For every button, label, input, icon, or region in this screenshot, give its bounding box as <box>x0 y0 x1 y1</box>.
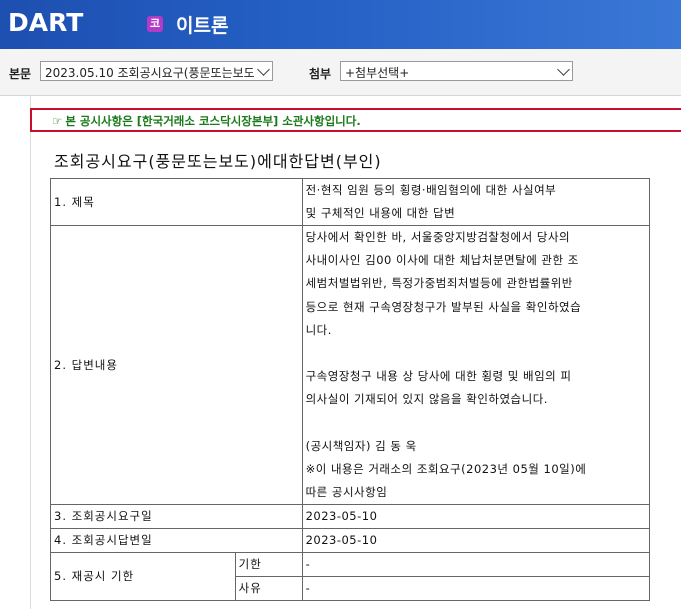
main-doc-select[interactable]: 2023.05.10 조회공시요구(풍문또는보도 <box>40 61 273 81</box>
jurisdiction-notice: ☞ 본 공시사항은 [한국거래소 코스닥시장본부] 소관사항입니다. <box>30 108 681 132</box>
answer-label: 2. 답변내용 <box>50 224 303 506</box>
document-title: 조회공시요구(풍문또는보도)에대한답변(부인) <box>54 152 382 171</box>
notice-text: 본 공시사항은 [한국거래소 코스닥시장본부] 소관사항입니다. <box>65 114 361 128</box>
dart-logo[interactable]: DART <box>8 6 83 38</box>
company-icon: 코 <box>147 16 163 32</box>
reason-value: - <box>301 576 651 602</box>
attachment-label: 첨부 <box>309 67 332 81</box>
company-name: 이트론 <box>176 15 229 37</box>
chevron-down-icon <box>257 63 270 76</box>
main-doc-select-value: 2023.05.10 조회공시요구(풍문또는보도 <box>45 66 255 80</box>
top-header: DART 코 이트론 <box>0 0 681 49</box>
reason-label: 사유 <box>234 576 303 602</box>
title-value: 전·현직 임원 등의 횡령·배임혐의에 대한 사실여부 및 구체적인 내용에 대… <box>301 178 651 226</box>
answer-date-label: 4. 조회공시답변일 <box>50 528 303 554</box>
answer-value: 당사에서 확인한 바, 서울중앙지방검찰청에서 당사의 사내이사인 김00 이사… <box>301 224 651 506</box>
table-row: 3. 조회공시요구일 2023-05-10 <box>50 504 651 530</box>
deadline-label: 기한 <box>234 552 303 578</box>
chevron-down-icon <box>557 63 570 76</box>
table-row: 2. 답변내용 당사에서 확인한 바, 서울중앙지방검찰청에서 당사의 사내이사… <box>50 224 651 506</box>
table-row: 5. 재공시 기한 기한 - <box>50 552 651 602</box>
disclosure-table: 1. 제목 전·현직 임원 등의 횡령·배임혐의에 대한 사실여부 및 구체적인… <box>50 178 651 602</box>
table-row: 1. 제목 전·현직 임원 등의 횡령·배임혐의에 대한 사실여부 및 구체적인… <box>50 178 651 226</box>
pointing-hand-icon: ☞ <box>52 114 63 128</box>
request-date-label: 3. 조회공시요구일 <box>50 504 303 530</box>
table-row: 4. 조회공시답변일 2023-05-10 <box>50 528 651 554</box>
logo-text: DART <box>8 7 84 37</box>
title-label: 1. 제목 <box>50 178 303 226</box>
main-doc-label: 본문 <box>9 67 32 81</box>
attachment-select-value: +첨부선택+ <box>345 66 410 80</box>
redisclosure-label: 5. 재공시 기한 <box>50 552 236 602</box>
request-date-value: 2023-05-10 <box>301 504 651 530</box>
document-toolbar: 본문 2023.05.10 조회공시요구(풍문또는보도 첨부 +첨부선택+ <box>0 49 681 96</box>
answer-date-value: 2023-05-10 <box>301 528 651 554</box>
deadline-value: - <box>301 552 651 578</box>
attachment-select[interactable]: +첨부선택+ <box>340 61 573 81</box>
